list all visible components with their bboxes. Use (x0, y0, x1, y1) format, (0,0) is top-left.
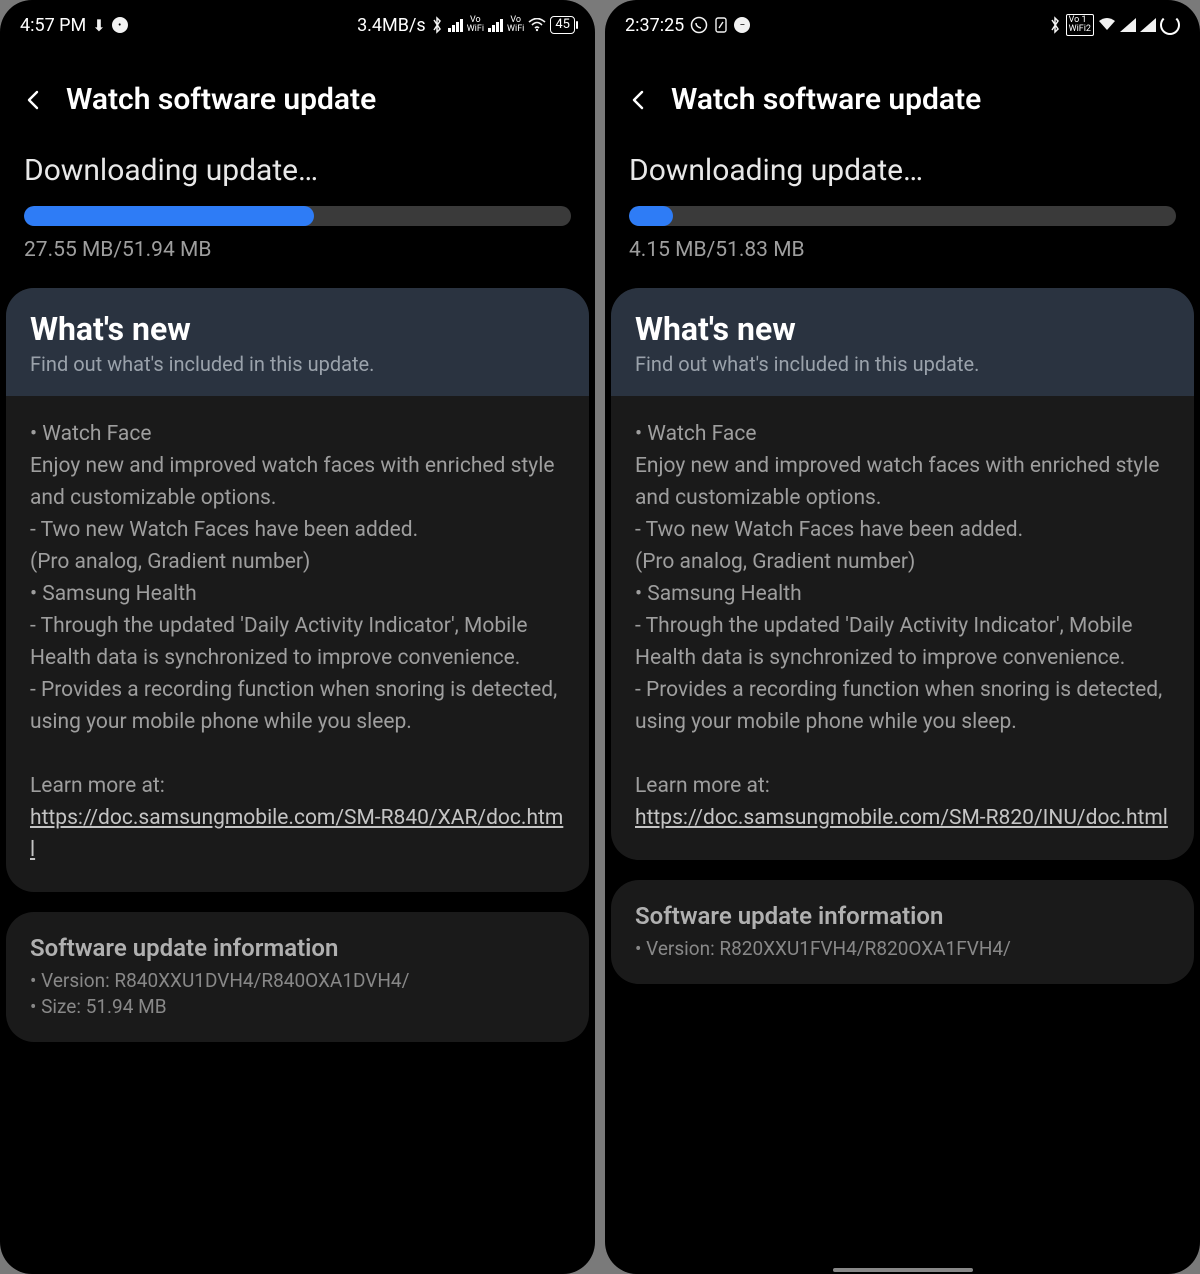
whats-new-title: What's new (30, 310, 565, 348)
sim-icon (714, 16, 728, 34)
changelog-line: - Through the updated 'Daily Activity In… (635, 610, 1170, 674)
status-time: 4:57 PM (20, 15, 86, 36)
wifi-icon (1098, 18, 1116, 32)
notification-dot-icon: • (112, 17, 128, 33)
status-time: 2:37:25 (625, 15, 684, 36)
software-version: • Version: R840XXU1DVH4/R840OXA1DVH4/ (30, 968, 565, 994)
page-header: Watch software update (605, 46, 1200, 153)
home-indicator[interactable] (833, 1268, 973, 1272)
whats-new-header: What's new Find out what's included in t… (6, 288, 589, 396)
status-bar: 4:57 PM ⬇ • 3.4MB/s VoWiFi VoWiFi 45 (0, 0, 595, 46)
software-info-card: Software update information • Version: R… (6, 912, 589, 1042)
progress-bar (24, 206, 571, 226)
whats-new-subtitle: Find out what's included in this update. (635, 352, 1170, 376)
whats-new-body: • Watch Face Enjoy new and improved watc… (611, 396, 1194, 860)
progress-fill (629, 206, 673, 226)
software-info-card: Software update information • Version: R… (611, 880, 1194, 984)
whats-new-body: • Watch Face Enjoy new and improved watc… (6, 396, 589, 892)
loading-spinner-icon (1160, 15, 1180, 35)
bluetooth-icon (1048, 16, 1062, 34)
vowifi-icon: VoWiFi (467, 16, 484, 34)
vowifi2-icon: Vo 1WiFi2 (1066, 14, 1094, 36)
learn-more-link[interactable]: https://doc.samsungmobile.com/SM-R820/IN… (635, 806, 1168, 830)
changelog-line: • Samsung Health (635, 578, 1170, 610)
page-title: Watch software update (671, 82, 981, 117)
changelog-line: - Provides a recording function when sno… (635, 674, 1170, 738)
download-section: Downloading update… 4.15 MB/51.83 MB (605, 153, 1200, 288)
software-info-title: Software update information (30, 934, 565, 962)
download-status: Downloading update… (24, 153, 571, 188)
progress-label: 27.55 MB/51.94 MB (24, 238, 571, 262)
changelog-line: • Watch Face (30, 418, 565, 450)
changelog-line: • Samsung Health (30, 578, 565, 610)
changelog-line: - Two new Watch Faces have been added. (635, 514, 1170, 546)
changelog-line: - Two new Watch Faces have been added. (30, 514, 565, 546)
page-title: Watch software update (66, 82, 376, 117)
software-version: • Version: R820XXU1FVH4/R820OXA1FVH4/ (635, 936, 1170, 962)
status-speed: 3.4MB/s (357, 15, 426, 36)
wifi-icon (528, 18, 546, 32)
changelog-line: (Pro analog, Gradient number) (30, 546, 565, 578)
learn-more-label: Learn more at: (635, 770, 1170, 802)
download-section: Downloading update… 27.55 MB/51.94 MB (0, 153, 595, 288)
learn-more-label: Learn more at: (30, 770, 565, 802)
battery-icon: 45 (550, 16, 575, 34)
progress-bar (629, 206, 1176, 226)
back-button[interactable] (20, 86, 48, 114)
status-bar: 2:37:25 − Vo 1WiFi2 x (605, 0, 1200, 46)
learn-more-link[interactable]: https://doc.samsungmobile.com/SM-R840/XA… (30, 806, 563, 862)
signal-icon (448, 18, 463, 32)
software-size: • Size: 51.94 MB (30, 994, 565, 1020)
signal-x-icon: x (1140, 18, 1156, 32)
download-status: Downloading update… (629, 153, 1176, 188)
bluetooth-icon (430, 16, 444, 34)
progress-label: 4.15 MB/51.83 MB (629, 238, 1176, 262)
progress-fill (24, 206, 314, 226)
changelog-line: Enjoy new and improved watch faces with … (635, 450, 1170, 514)
signal-icon-2 (488, 18, 503, 32)
signal-icon (1120, 18, 1136, 32)
download-icon: ⬇ (92, 16, 105, 35)
back-button[interactable] (625, 86, 653, 114)
whats-new-subtitle: Find out what's included in this update. (30, 352, 565, 376)
dnd-icon: − (734, 17, 750, 33)
changelog-line: Enjoy new and improved watch faces with … (30, 450, 565, 514)
whats-new-title: What's new (635, 310, 1170, 348)
changelog-line: (Pro analog, Gradient number) (635, 546, 1170, 578)
whatsapp-icon (690, 16, 708, 34)
whats-new-card: What's new Find out what's included in t… (6, 288, 589, 892)
page-header: Watch software update (0, 46, 595, 153)
software-info-title: Software update information (635, 902, 1170, 930)
changelog-line: - Through the updated 'Daily Activity In… (30, 610, 565, 674)
battery-value: 45 (555, 17, 570, 32)
svg-text:x: x (1143, 19, 1147, 28)
whats-new-card: What's new Find out what's included in t… (611, 288, 1194, 860)
changelog-line: - Provides a recording function when sno… (30, 674, 565, 738)
changelog-line: • Watch Face (635, 418, 1170, 450)
whats-new-header: What's new Find out what's included in t… (611, 288, 1194, 396)
phone-right: 2:37:25 − Vo 1WiFi2 x (605, 0, 1200, 1274)
vowifi-icon-2: VoWiFi (507, 16, 524, 34)
phone-left: 4:57 PM ⬇ • 3.4MB/s VoWiFi VoWiFi 45 (0, 0, 595, 1274)
